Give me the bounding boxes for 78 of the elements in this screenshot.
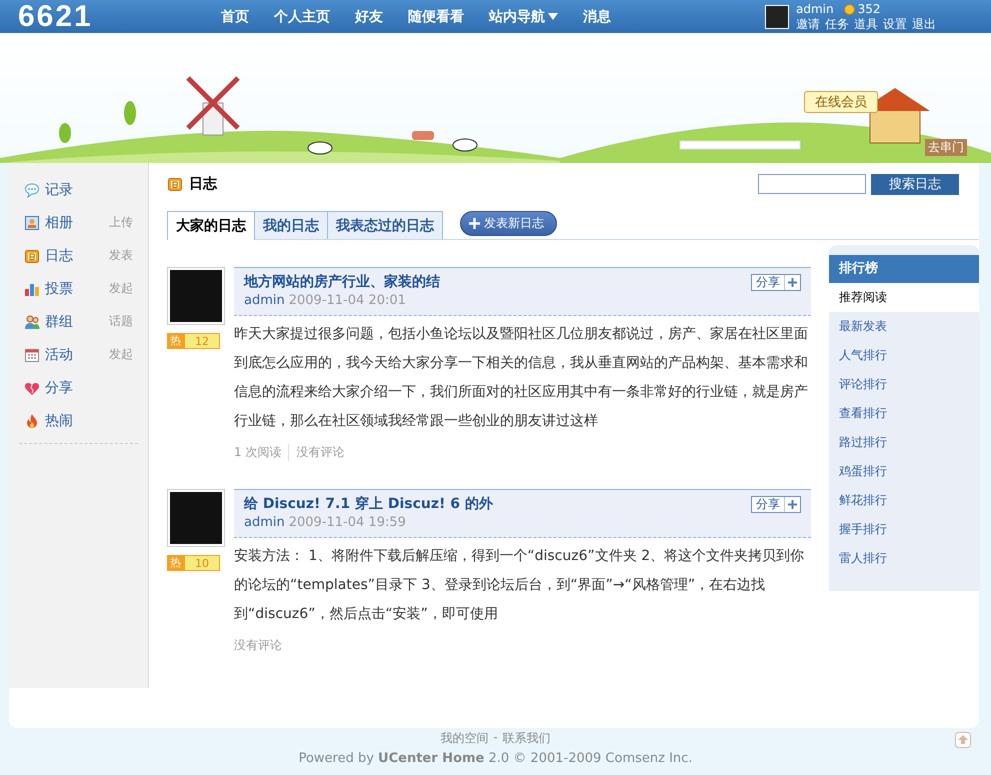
sidebar-item[interactable]: 分享 xyxy=(24,378,73,396)
share-button[interactable]: 分享 xyxy=(751,496,801,513)
post-stat: 1 次阅读 xyxy=(234,444,282,461)
sidebar-item[interactable]: 相册 xyxy=(24,214,73,232)
user-link[interactable]: 邀请 xyxy=(796,16,820,32)
nav-link[interactable]: 消息 xyxy=(583,8,611,26)
post-stat: 没有评论 xyxy=(288,444,344,461)
user-name[interactable]: admin xyxy=(796,2,834,16)
post-stat: 没有评论 xyxy=(234,637,282,654)
post-title[interactable]: 地方网站的房产行业、家装的结 xyxy=(244,272,440,292)
avatar-placeholder[interactable] xyxy=(167,267,225,325)
coin-icon xyxy=(844,4,855,14)
photo-frame-icon xyxy=(24,214,40,230)
ranking-title: 排行榜 xyxy=(829,255,979,283)
sidebar-item[interactable]: 投票 xyxy=(24,280,73,298)
plus-icon xyxy=(788,500,797,509)
search-field[interactable] xyxy=(758,174,866,194)
nav-link[interactable]: 站内导航 xyxy=(489,8,558,26)
user-link[interactable]: 任务 xyxy=(825,16,849,32)
ranking-link[interactable]: 推荐阅读 xyxy=(829,283,979,312)
user-link[interactable]: 退出 xyxy=(912,16,936,32)
ranking-link[interactable]: 人气排行 xyxy=(829,341,979,370)
people-icon xyxy=(24,314,40,330)
page-title: 日志 xyxy=(189,175,217,193)
post-title[interactable]: 给 Discuz! 7.1 穿上 Discuz! 6 的外 xyxy=(244,494,493,514)
visit-sign[interactable]: 去串门 xyxy=(925,139,967,156)
user-link[interactable]: 道具 xyxy=(854,16,878,32)
nav-link[interactable]: 个人主页 xyxy=(274,8,330,26)
tab[interactable]: 我的日志 xyxy=(254,211,328,239)
sidebar-item[interactable]: 日志 xyxy=(24,246,73,264)
hot-count: 12 xyxy=(184,333,220,349)
post-excerpt: 安装方法： 1、将附件下载后解压缩，得到一个“discuz6”文件夹 2、将这个文件夹拷贝到你的论坛的“templates”目录下 3、登录到论坛后台，到“界面”→“风格管理”，在右边找到“discuz6”，然后点击“安装”，即可使用 xyxy=(234,547,806,624)
ranking-link[interactable]: 雷人排行 xyxy=(829,544,979,573)
plus-icon xyxy=(469,218,480,228)
ranking-link[interactable]: 评论排行 xyxy=(829,370,979,399)
share-button[interactable]: 分享 xyxy=(751,274,801,291)
caret-icon xyxy=(548,13,558,20)
ranking-link[interactable]: 路过排行 xyxy=(829,428,979,457)
sidebar-item[interactable]: 热闹 xyxy=(24,412,73,430)
avatar-placeholder[interactable] xyxy=(167,489,225,547)
post-time: 2009-11-04 19:59 xyxy=(288,515,406,530)
new-post-button[interactable]: 发表新日志 xyxy=(460,210,557,236)
ranking-link[interactable]: 查看排行 xyxy=(829,399,979,428)
sidebar-item[interactable]: 记录 xyxy=(24,180,73,198)
plus-icon xyxy=(788,278,797,287)
ranking-link[interactable]: 最新发表 xyxy=(829,312,979,341)
post-excerpt: 昨天大家提过很多问题，包括小鱼论坛以及暨阳社区几位朋友都说过，房产、家居在社区里面到底怎么应用的，我今天给大家分享一下相关的信息，我从垂直网站的产品构架、基本需求和信息的流程来给大家介绍一下，我们所面对的社区应用其中有一条非常好的行业链，就是房产行业链，那么在社区领域我经常跟一些创业的朋友讲过这样 xyxy=(234,325,809,431)
nav-link[interactable]: 首页 xyxy=(221,8,249,26)
hot-count: 10 xyxy=(184,555,220,571)
user-link[interactable]: 设置 xyxy=(883,16,907,32)
footer-link[interactable]: 联系我们 xyxy=(502,730,551,747)
search-button[interactable]: 搜索日志 xyxy=(871,174,959,194)
sidebar-item[interactable]: 活动 xyxy=(24,346,73,364)
sidebar-item[interactable]: 群组 xyxy=(24,312,73,330)
tab[interactable]: 大家的日志 xyxy=(167,211,255,240)
ranking-link[interactable]: 握手排行 xyxy=(829,515,979,544)
online-members-sign[interactable]: 在线会员 xyxy=(804,91,878,113)
ranking-link[interactable]: 鲜花排行 xyxy=(829,486,979,515)
logo[interactable]: 6621 xyxy=(0,0,150,33)
credit-count: 352 xyxy=(858,2,881,16)
post-time: 2009-11-04 20:01 xyxy=(288,293,406,308)
speech-bubble-icon xyxy=(24,182,40,198)
calendar-icon xyxy=(24,346,40,362)
post-author[interactable]: admin xyxy=(244,293,285,308)
avatar[interactable] xyxy=(765,4,789,28)
nav-link[interactable]: 随便看看 xyxy=(408,8,464,26)
footer-link[interactable]: 我的空间 xyxy=(440,730,488,747)
hot-label: 热 xyxy=(167,555,184,571)
ranking-link[interactable]: 鸡蛋排行 xyxy=(829,457,979,486)
notepad-icon xyxy=(167,176,183,192)
notepad-icon xyxy=(24,248,40,264)
nav-link[interactable]: 好友 xyxy=(355,8,383,26)
powered-by-text: Powered by UCenter Home 2.0 © 2001-2009 Comsenz Inc. xyxy=(298,751,692,766)
tab[interactable]: 我表态过的日志 xyxy=(327,211,443,239)
separator: - xyxy=(493,730,498,746)
post-author[interactable]: admin xyxy=(244,515,285,530)
hot-label: 热 xyxy=(167,333,184,349)
flame-icon xyxy=(24,412,40,428)
